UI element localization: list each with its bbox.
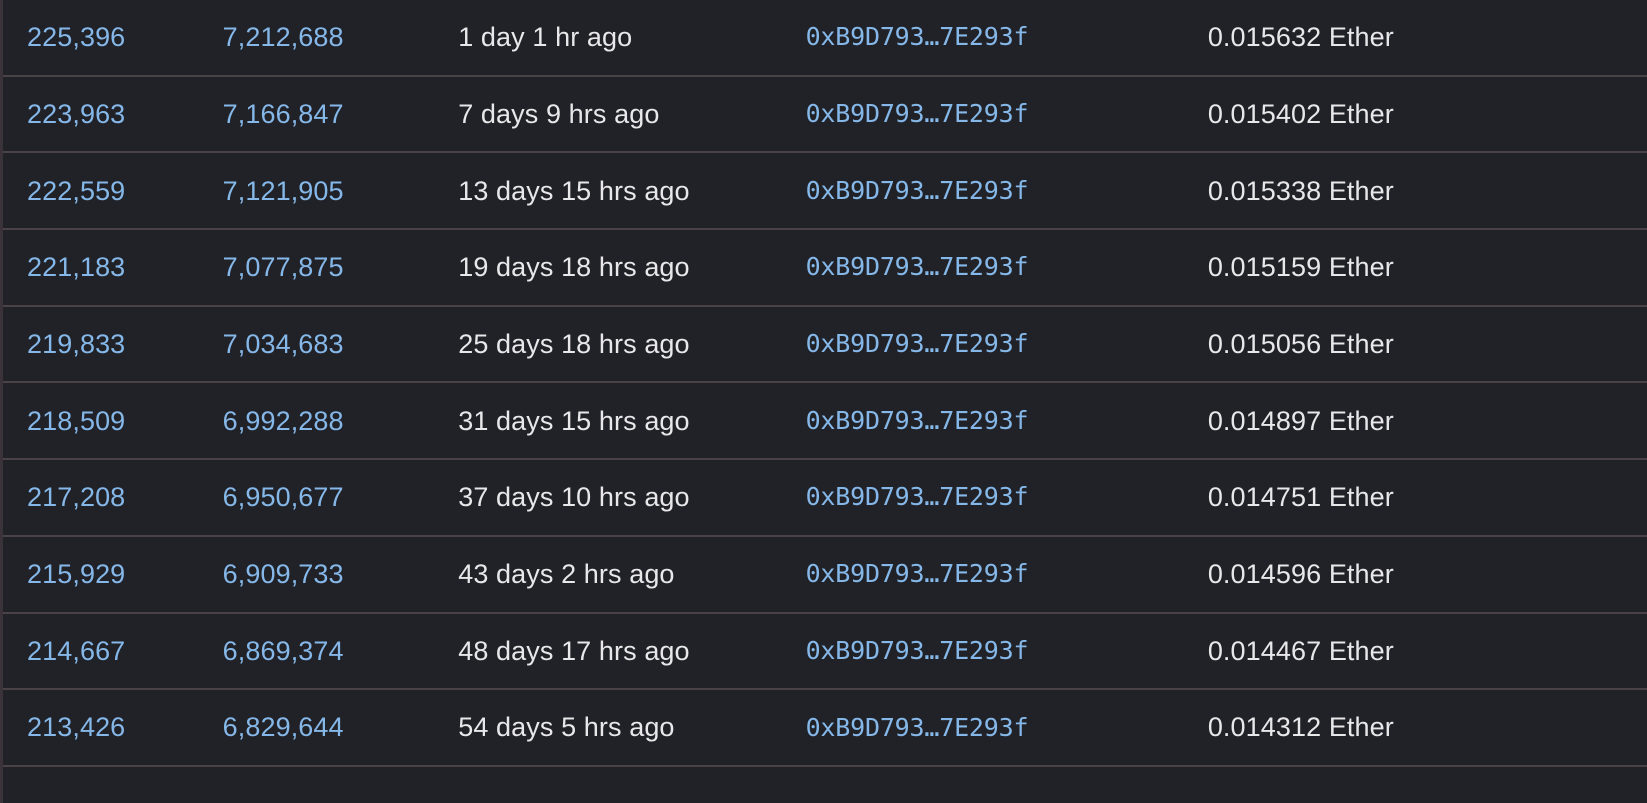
age-text: 25 days 18 hrs ago — [458, 328, 690, 359]
block-number-link[interactable]: 219,833 — [3, 328, 223, 360]
reward-text: 0.014312 Ether — [1207, 712, 1394, 743]
miner-address-link[interactable]: 0xB9D793…7E293f — [806, 406, 1208, 436]
block-number-link[interactable]: 217,208 — [3, 481, 223, 513]
block-height-link[interactable]: 6,909,733 — [223, 558, 459, 590]
block-number-link[interactable]: 223,963 — [3, 98, 223, 130]
blocks-table: 225,396 7,212,688 1 day 1 hr ago 0xB9D793…7… — [0, 0, 1647, 803]
block-height-link[interactable]: 6,950,677 — [223, 481, 459, 513]
table-row[interactable]: 221,183 7,077,875 19 days 18 hrs ago 0xB9D7… — [3, 230, 1647, 307]
table-row[interactable]: 213,426 6,829,644 54 days 5 hrs ago 0xB9D79… — [3, 690, 1647, 767]
reward-text: 0.015632 Ether — [1207, 22, 1394, 53]
block-number-link[interactable]: 213,426 — [3, 711, 223, 743]
block-height-link[interactable]: 7,166,847 — [223, 98, 459, 130]
table-row[interactable]: 215,929 6,909,733 43 days 2 hrs ago 0xB9D79… — [3, 536, 1647, 614]
miner-address-link[interactable]: 0xB9D793…7E293f — [806, 559, 1208, 589]
block-number-link[interactable]: 221,183 — [3, 251, 223, 283]
block-height-link[interactable]: 7,077,875 — [223, 251, 459, 283]
table-row[interactable]: 217,208 6,950,677 37 days 10 hrs ago 0xB9D7… — [3, 460, 1647, 537]
block-number-link[interactable]: 225,396 — [3, 21, 223, 53]
miner-address-link[interactable]: 0xB9D793…7E293f — [806, 636, 1208, 666]
reward-text: 0.014596 Ether — [1207, 558, 1394, 589]
age-text: 7 days 9 hrs ago — [458, 98, 660, 129]
miner-address-link[interactable]: 0xB9D793…7E293f — [806, 713, 1208, 743]
age-text: 48 days 17 hrs ago — [458, 635, 690, 666]
miner-address-link[interactable]: 0xB9D793…7E293f — [806, 252, 1208, 282]
table-body: 225,396 7,212,688 1 day 1 hr ago 0xB9D793…7… — [3, 0, 1647, 767]
age-text: 13 days 15 hrs ago — [458, 175, 690, 206]
block-number-link[interactable]: 215,929 — [3, 558, 223, 590]
table-row[interactable]: 223,963 7,166,847 7 days 9 hrs ago 0xB9D793… — [3, 76, 1647, 154]
table-row[interactable]: 218,509 6,992,288 31 days 15 hrs ago 0xB9D7… — [3, 383, 1647, 461]
miner-address-link[interactable]: 0xB9D793…7E293f — [806, 22, 1208, 52]
block-number-link[interactable]: 218,509 — [3, 405, 223, 437]
age-text: 1 day 1 hr ago — [458, 22, 633, 53]
reward-text: 0.014751 Ether — [1207, 482, 1394, 513]
age-text: 54 days 5 hrs ago — [458, 712, 675, 743]
reward-text: 0.014467 Ether — [1207, 635, 1394, 666]
block-height-link[interactable]: 6,992,288 — [223, 405, 459, 437]
miner-address-link[interactable]: 0xB9D793…7E293f — [806, 176, 1208, 206]
miner-address-link[interactable]: 0xB9D793…7E293f — [806, 482, 1208, 512]
age-text: 31 days 15 hrs ago — [458, 405, 690, 436]
block-number-link[interactable]: 222,559 — [3, 175, 223, 207]
block-height-link[interactable]: 6,829,644 — [223, 711, 459, 743]
miner-address-link[interactable]: 0xB9D793…7E293f — [806, 99, 1208, 129]
table-row[interactable]: 214,667 6,869,374 48 days 17 hrs ago 0xB9D7… — [3, 613, 1647, 691]
reward-text: 0.014897 Ether — [1207, 405, 1394, 436]
table-row[interactable]: 222,559 7,121,905 13 days 15 hrs ago 0xB9D7… — [3, 153, 1647, 231]
block-number-link[interactable]: 214,667 — [3, 635, 223, 667]
age-text: 43 days 2 hrs ago — [458, 558, 675, 589]
reward-text: 0.015159 Ether — [1207, 252, 1394, 283]
block-height-link[interactable]: 7,212,688 — [223, 21, 459, 53]
block-height-link[interactable]: 7,034,683 — [223, 328, 459, 360]
age-text: 19 days 18 hrs ago — [458, 252, 690, 283]
block-height-link[interactable]: 6,869,374 — [223, 635, 459, 667]
table-row[interactable]: 225,396 7,212,688 1 day 1 hr ago 0xB9D793…7… — [3, 0, 1647, 77]
table-row[interactable]: 219,833 7,034,683 25 days 18 hrs ago 0xB9D7… — [3, 306, 1647, 384]
age-text: 37 days 10 hrs ago — [458, 482, 690, 513]
reward-text: 0.015338 Ether — [1207, 175, 1394, 206]
block-height-link[interactable]: 7,121,905 — [223, 175, 459, 207]
reward-text: 0.015402 Ether — [1207, 98, 1394, 129]
miner-address-link[interactable]: 0xB9D793…7E293f — [806, 329, 1208, 359]
reward-text: 0.015056 Ether — [1207, 328, 1394, 359]
